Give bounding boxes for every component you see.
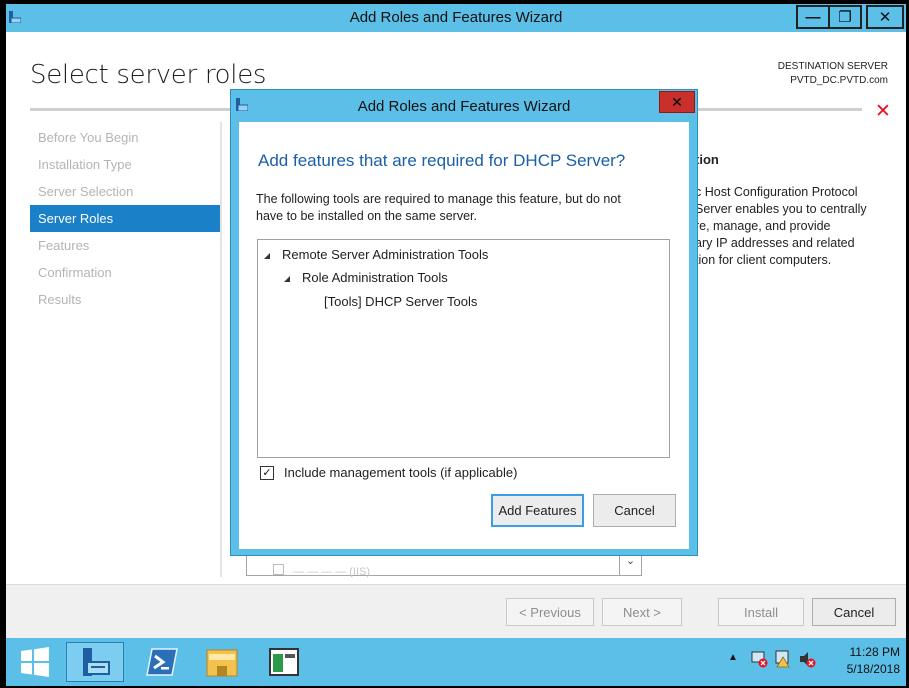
wizard-nav: Before You Begin Installation Type Serve…	[30, 124, 220, 313]
nav-item-features[interactable]: Features	[30, 232, 220, 259]
close-button[interactable]: ✕	[866, 5, 904, 29]
destination-server-name: PVTD_DC.PVTD.com	[790, 75, 888, 86]
dialog-title-bar: Add Roles and Features Wizard ✕	[231, 90, 697, 122]
wizard-window: Add Roles and Features Wizard — ❐ ✕ Sele…	[6, 4, 906, 686]
wizard-footer: < Previous Next > Install Cancel	[6, 585, 906, 638]
description-line: c Host Configuration Protocol	[695, 185, 858, 199]
taskbar: ▲ 11:28 PM 5/18/2018	[6, 638, 906, 686]
description-text: c Host Configuration Protocol Server ena…	[695, 184, 895, 269]
clock-date: 5/18/2018	[846, 662, 900, 676]
powershell-icon	[146, 648, 178, 676]
window-title: Add Roles and Features Wizard	[349, 9, 563, 26]
add-features-button[interactable]: Add Features	[491, 494, 584, 527]
taskbar-powershell[interactable]	[140, 642, 184, 682]
nav-item-confirmation[interactable]: Confirmation	[30, 259, 220, 286]
role-checkbox[interactable]	[273, 564, 284, 575]
clock-time: 11:28 PM	[849, 645, 900, 659]
add-features-dialog: Add Roles and Features Wizard ✕ Add feat…	[230, 89, 698, 556]
error-icon: ✕	[875, 101, 891, 122]
dialog-cancel-button[interactable]: Cancel	[593, 494, 676, 527]
wizard-window-icon	[269, 648, 299, 676]
include-management-tools-checkbox[interactable]: ✓	[260, 466, 274, 480]
volume-muted-icon[interactable]	[798, 650, 816, 668]
close-icon: ✕	[878, 9, 892, 26]
close-icon: ✕	[671, 93, 683, 110]
next-button[interactable]: Next >	[602, 598, 682, 626]
tree-item-label: Remote Server Administration Tools	[282, 247, 489, 262]
cancel-button[interactable]: Cancel	[812, 598, 896, 626]
dialog-title: Add Roles and Features Wizard	[357, 98, 571, 115]
nav-item-installation-type[interactable]: Installation Type	[30, 151, 220, 178]
clock[interactable]: 11:28 PM 5/18/2018	[847, 644, 900, 678]
install-button[interactable]: Install	[718, 598, 804, 626]
required-features-tree[interactable]: Remote Server Administration Tools Role …	[257, 239, 670, 458]
description-line: Server enables you to centrally	[695, 202, 867, 216]
destination-server: DESTINATION SERVER PVTD_DC.PVTD.com	[778, 60, 888, 88]
tree-item-role-admin-tools[interactable]: Role Administration Tools	[284, 270, 448, 285]
dialog-close-button[interactable]: ✕	[659, 91, 695, 113]
server-manager-icon	[83, 648, 110, 676]
taskbar-file-explorer[interactable]	[200, 642, 244, 682]
dialog-message-line: have to be installed on the same server.	[256, 209, 477, 223]
show-hidden-icons[interactable]: ▲	[728, 652, 738, 663]
collapse-icon[interactable]	[264, 252, 270, 259]
role-item-label: — — — — (IIS)	[293, 566, 370, 578]
tree-item-label: Role Administration Tools	[302, 270, 448, 285]
tree-item-label: [Tools] DHCP Server Tools	[324, 294, 478, 309]
previous-button[interactable]: < Previous	[506, 598, 594, 626]
dialog-heading: Add features that are required for DHCP …	[258, 151, 626, 170]
title-bar: Add Roles and Features Wizard — ❐ ✕	[6, 4, 906, 32]
dialog-message: The following tools are required to mana…	[256, 191, 676, 225]
nav-item-before-you-begin[interactable]: Before You Begin	[30, 124, 220, 151]
minimize-icon: —	[805, 8, 821, 26]
collapse-icon[interactable]	[284, 275, 290, 282]
start-button[interactable]	[12, 642, 58, 682]
description-line: ary IP addresses and related	[695, 236, 855, 250]
description-line: tion for client computers.	[695, 253, 832, 267]
dialog-body: Add features that are required for DHCP …	[239, 122, 689, 549]
start-icon	[21, 647, 49, 677]
maximize-icon: ❐	[838, 9, 852, 26]
network-warning-icon[interactable]	[750, 650, 768, 668]
include-management-tools-label: Include management tools (if applicable)	[284, 465, 518, 480]
maximize-button[interactable]: ❐	[828, 5, 862, 29]
description-line: re, manage, and provide	[695, 219, 831, 233]
nav-item-server-selection[interactable]: Server Selection	[30, 178, 220, 205]
file-explorer-icon	[206, 649, 238, 677]
taskbar-server-manager[interactable]	[66, 642, 124, 682]
nav-item-results[interactable]: Results	[30, 286, 220, 313]
action-center-icon[interactable]	[774, 650, 792, 668]
page-title: Select server roles	[30, 60, 267, 90]
destination-label: DESTINATION SERVER	[777, 61, 888, 72]
tree-item-dhcp-tools[interactable]: [Tools] DHCP Server Tools	[324, 294, 477, 309]
dialog-message-line: The following tools are required to mana…	[256, 192, 621, 206]
nav-divider	[220, 122, 222, 577]
nav-item-server-roles[interactable]: Server Roles	[30, 205, 220, 232]
description-heading: tion	[695, 152, 719, 167]
tree-item-rsat[interactable]: Remote Server Administration Tools	[264, 247, 488, 262]
minimize-button[interactable]: —	[796, 5, 830, 29]
taskbar-wizard-window[interactable]	[262, 642, 306, 682]
